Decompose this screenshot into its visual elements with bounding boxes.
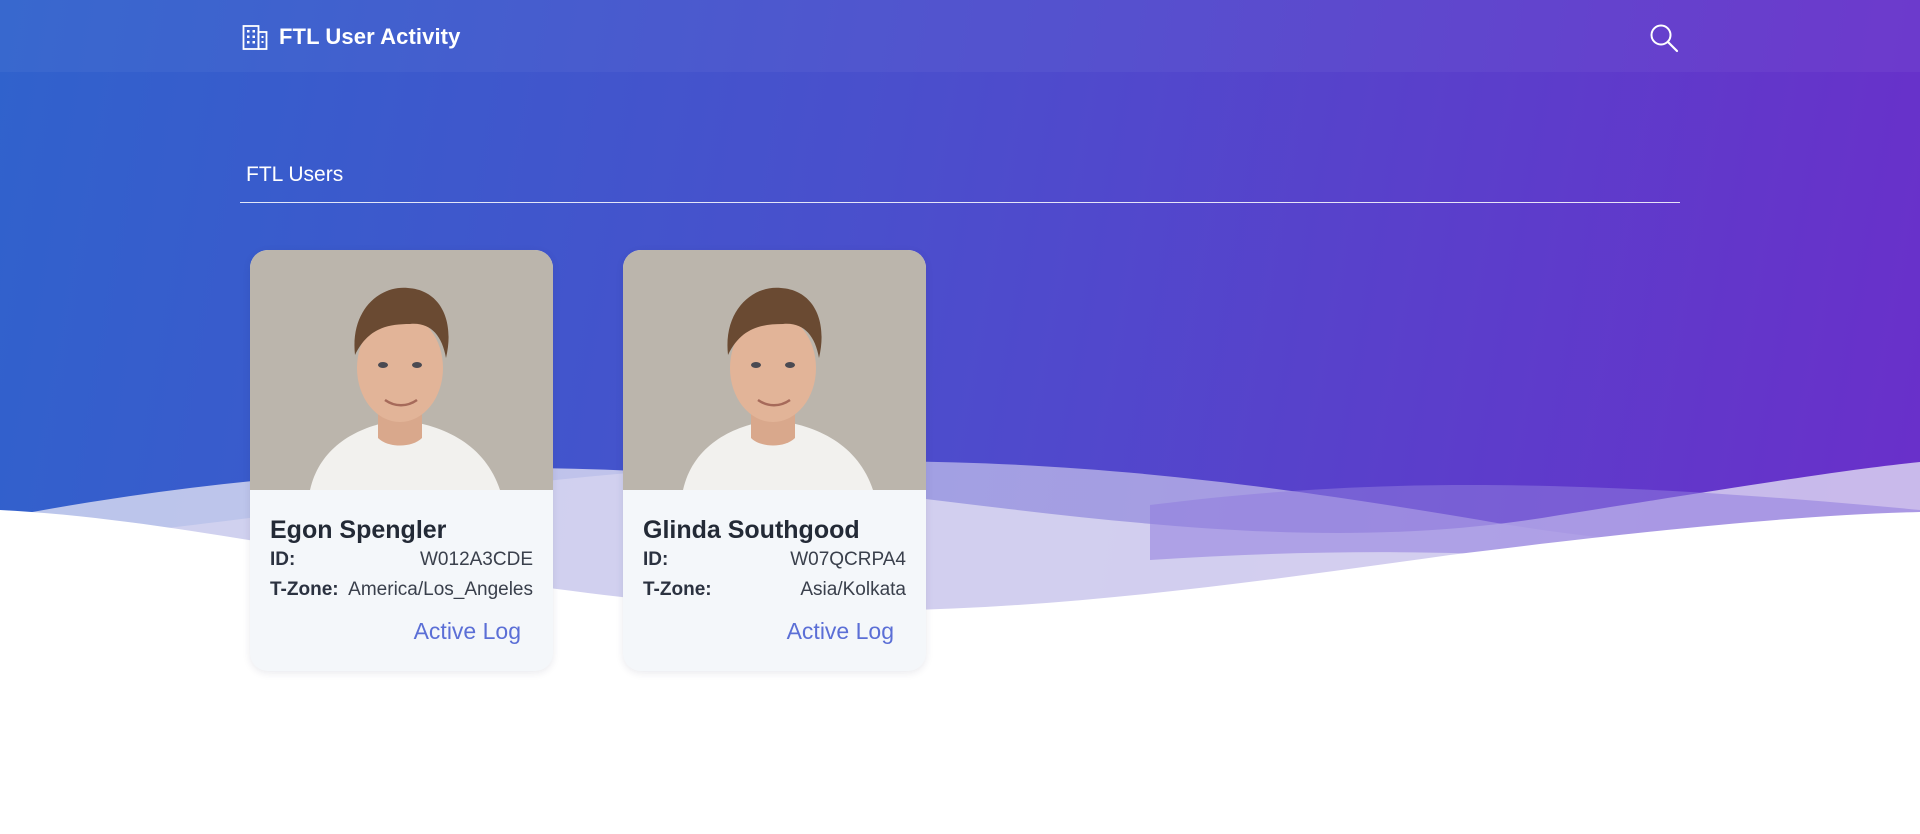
id-label: ID: xyxy=(270,549,296,570)
active-log-link[interactable]: Active Log xyxy=(787,618,894,645)
search-button[interactable] xyxy=(1648,22,1680,54)
user-timezone-row: T-Zone: Asia/Kolkata xyxy=(643,575,906,605)
user-id-row: ID: W012A3CDE xyxy=(270,545,533,575)
timezone-label: T-Zone: xyxy=(270,579,339,600)
user-id: W07QCRPA4 xyxy=(790,549,906,570)
timezone-label: T-Zone: xyxy=(643,579,712,600)
app-title: FTL User Activity xyxy=(279,24,461,49)
card-body: Egon Spengler ID: W012A3CDE T-Zone: Amer… xyxy=(270,515,533,605)
user-name: Egon Spengler xyxy=(270,516,447,544)
user-card: Glinda Southgood ID: W07QCRPA4 T-Zone: A… xyxy=(623,250,926,671)
user-timezone-row: T-Zone: America/Los_Angeles xyxy=(270,575,533,605)
brand[interactable]: FTL User Activity xyxy=(241,22,460,52)
user-id-row: ID: W07QCRPA4 xyxy=(643,545,906,575)
id-label: ID: xyxy=(643,549,669,570)
user-photo xyxy=(623,250,926,490)
search-icon xyxy=(1650,24,1679,53)
user-timezone: America/Los_Angeles xyxy=(348,579,533,600)
user-id: W012A3CDE xyxy=(420,549,533,570)
section-divider xyxy=(240,202,1680,203)
section-title: FTL Users xyxy=(246,163,344,186)
card-body: Glinda Southgood ID: W07QCRPA4 T-Zone: A… xyxy=(643,515,906,605)
user-name: Glinda Southgood xyxy=(643,516,860,544)
user-timezone: Asia/Kolkata xyxy=(800,579,906,600)
user-photo xyxy=(250,250,553,490)
user-card: Egon Spengler ID: W012A3CDE T-Zone: Amer… xyxy=(250,250,553,671)
active-log-link[interactable]: Active Log xyxy=(414,618,521,645)
top-navigation-bar: FTL User Activity xyxy=(0,0,1920,72)
building-icon xyxy=(242,25,268,50)
